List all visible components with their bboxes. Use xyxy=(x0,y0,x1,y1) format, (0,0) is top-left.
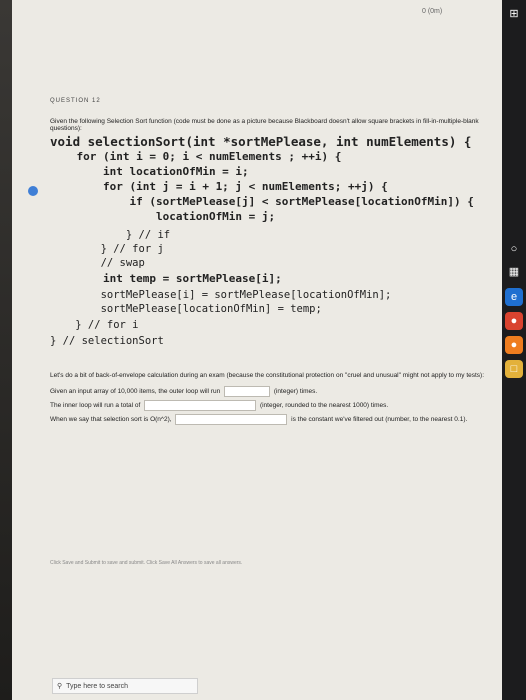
collapse-arrow-icon[interactable] xyxy=(28,186,38,196)
code-line-14: } // selectionSort xyxy=(50,335,164,347)
code-line-12: sortMePlease[locationOfMin] = temp; xyxy=(50,303,322,315)
search-icon: ⚲ xyxy=(57,683,63,690)
prompt-inner-loop: The inner loop will run a total of (inte… xyxy=(50,400,388,411)
prompt-outer-loop-suffix: (integer) times. xyxy=(273,388,318,396)
constant-answer-input[interactable] xyxy=(175,414,288,425)
cortana-icon[interactable]: ○ xyxy=(505,240,523,258)
code-line-6: locationOfMin = j; xyxy=(50,210,276,223)
taskbar: ⊞ ○ ▦ e ● ● □ xyxy=(502,0,526,700)
prompt-outer-loop: Given an input array of 10,000 items, th… xyxy=(50,386,317,397)
screen: 0 (0m) QUESTION 12 Given the following S… xyxy=(12,0,514,700)
task-view-icon[interactable]: ▦ xyxy=(505,262,523,280)
prompt-outer-loop-text: Given an input array of 10,000 items, th… xyxy=(50,388,221,396)
prompt-constant: When we say that selection sort is O(n^2… xyxy=(50,414,467,425)
code-line-4: for (int j = i + 1; j < numElements; ++j… xyxy=(50,180,388,193)
clock-text: 0 (0m) xyxy=(422,8,443,15)
taskbar-search[interactable]: ⚲ Type here to search xyxy=(52,678,198,694)
prompt-constant-suffix: is the constant we've filtered out (numb… xyxy=(291,416,468,424)
code-line-8: } // for j xyxy=(50,243,164,255)
code-line-13: } // for i xyxy=(50,319,139,331)
prompt-constant-text: When we say that selection sort is O(n^2… xyxy=(50,416,172,424)
question-number: QUESTION 12 xyxy=(50,98,101,104)
code-line-1: void selectionSort(int *sortMePlease, in… xyxy=(50,134,472,149)
code-line-5: if (sortMePlease[j] < sortMePlease[locat… xyxy=(50,195,474,208)
code-line-2: for (int i = 0; i < numElements ; ++i) { xyxy=(50,150,342,163)
inner-loop-answer-input[interactable] xyxy=(144,400,257,411)
prompt-inner-loop-suffix: (integer, rounded to the nearest 1000) t… xyxy=(259,402,389,410)
file-explorer-icon[interactable]: □ xyxy=(505,360,523,378)
code-line-7: } // if xyxy=(50,229,171,241)
prompt-intro: Let's do a bit of back-of-envelope calcu… xyxy=(50,372,485,379)
prompt-inner-loop-text: The inner loop will run a total of xyxy=(50,402,141,410)
code-line-3: int locationOfMin = i; xyxy=(50,165,249,178)
chrome-icon[interactable]: ● xyxy=(505,312,523,330)
code-line-9: // swap xyxy=(50,257,145,269)
start-icon[interactable]: ⊞ xyxy=(505,4,523,22)
outer-loop-answer-input[interactable] xyxy=(224,386,270,397)
edge-icon[interactable]: e xyxy=(505,288,523,306)
code-line-11: sortMePlease[i] = sortMePlease[locationO… xyxy=(50,289,392,301)
save-instructions: Click Save and Submit to save and submit… xyxy=(50,560,243,566)
firefox-icon[interactable]: ● xyxy=(505,336,523,354)
code-line-10: int temp = sortMePlease[i]; xyxy=(50,272,282,285)
taskbar-search-placeholder: Type here to search xyxy=(66,682,129,690)
question-instructions: Given the following Selection Sort funct… xyxy=(50,118,479,132)
